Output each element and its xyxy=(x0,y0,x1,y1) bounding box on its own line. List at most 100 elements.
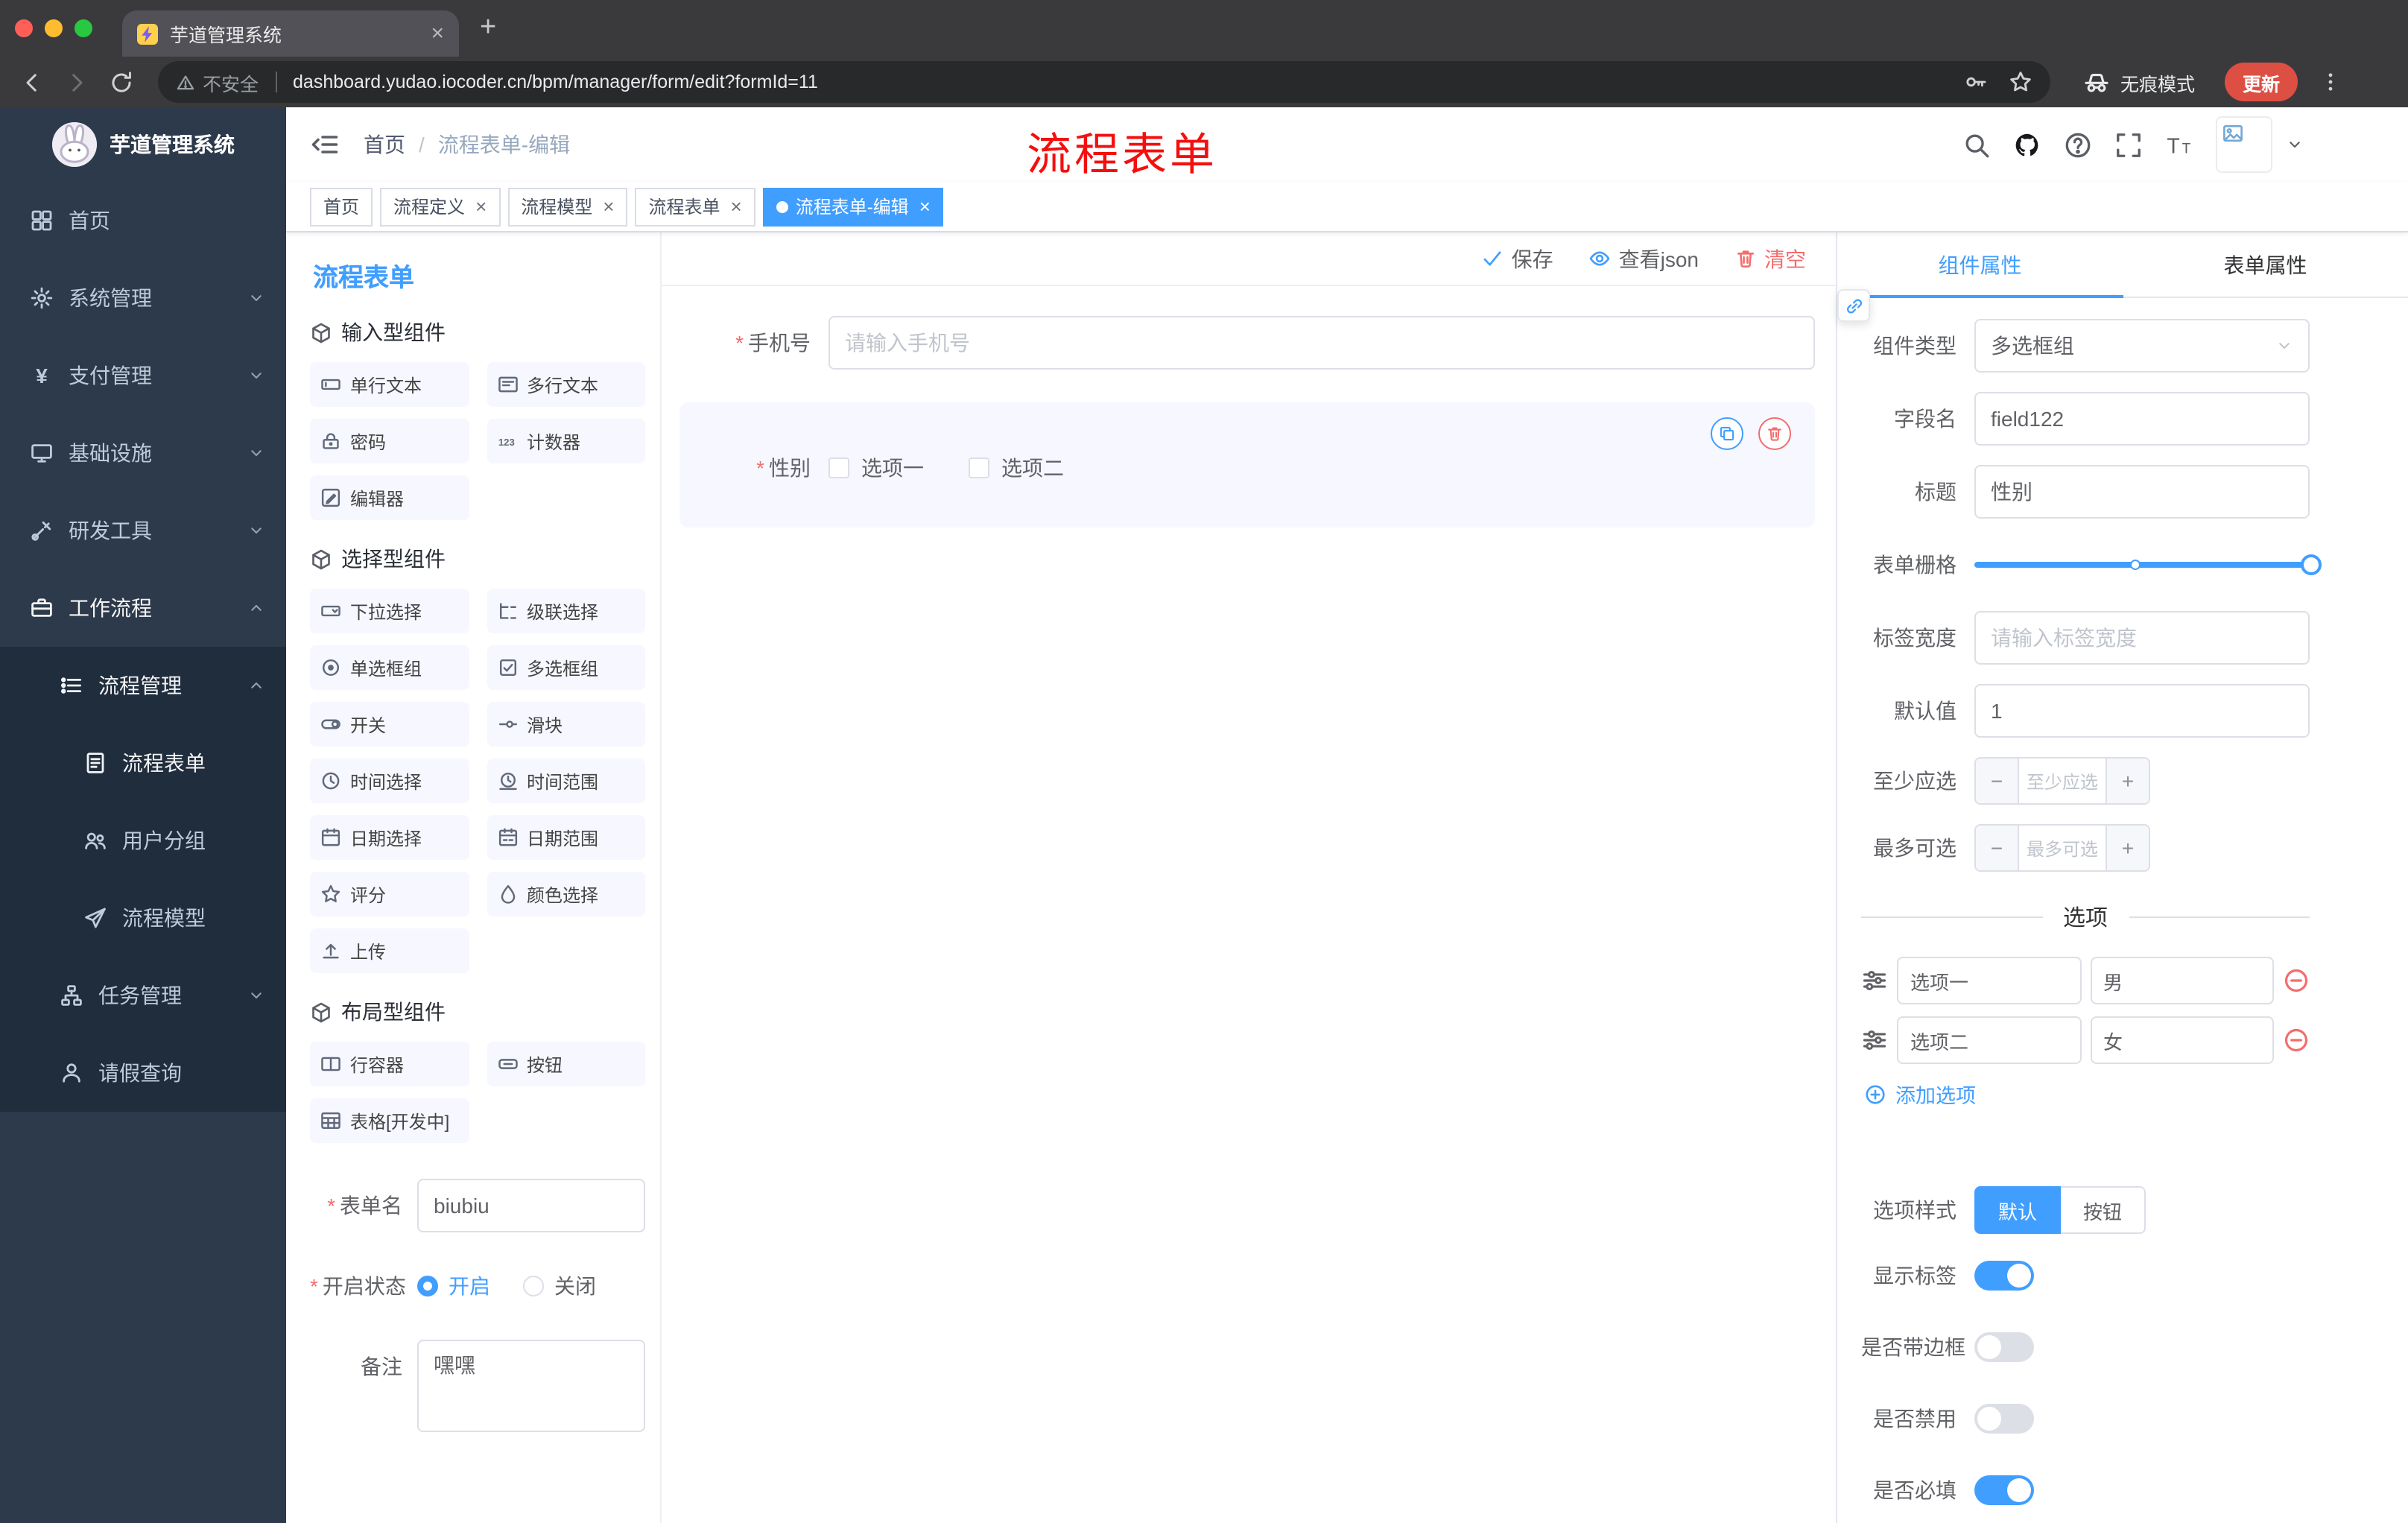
tab-component-props[interactable]: 组件属性 xyxy=(1837,232,2123,298)
sidebar-item-system[interactable]: 系统管理 xyxy=(0,259,286,337)
label-width-input[interactable] xyxy=(1974,611,2310,665)
component-chip-upload[interactable]: 上传 xyxy=(310,928,469,973)
close-icon[interactable]: × xyxy=(475,197,487,216)
component-chip-rate[interactable]: 评分 xyxy=(310,872,469,916)
sidebar-item-leave-query[interactable]: 请假查询 xyxy=(0,1034,286,1112)
component-chip-editor[interactable]: 编辑器 xyxy=(310,475,469,520)
option-label-input[interactable]: 选项一 xyxy=(1897,957,2081,1004)
component-chip-table[interactable]: 表格[开发中] xyxy=(310,1098,469,1143)
reload-button[interactable] xyxy=(101,63,140,101)
window-minimize-button[interactable] xyxy=(45,19,63,37)
tag-process-model[interactable]: 流程模型 × xyxy=(507,187,628,226)
chrome-update-button[interactable]: 更新 xyxy=(2224,63,2298,101)
component-chip-slider[interactable]: 滑块 xyxy=(487,702,645,747)
increase-button[interactable]: + xyxy=(2106,759,2149,803)
new-tab-button[interactable]: + xyxy=(459,0,517,57)
help-icon[interactable] xyxy=(2064,130,2092,159)
avatar-caret-icon[interactable] xyxy=(2286,136,2304,153)
increase-button[interactable]: + xyxy=(2106,826,2149,870)
default-value-input[interactable] xyxy=(1974,684,2310,738)
component-chip-select[interactable]: 下拉选择 xyxy=(310,589,469,633)
checkbox-option-1[interactable]: 选项一 xyxy=(828,453,924,483)
tab-form-props[interactable]: 表单属性 xyxy=(2123,232,2408,297)
remove-option-icon[interactable] xyxy=(2283,967,2310,994)
github-icon[interactable] xyxy=(2013,130,2041,159)
breadcrumb-home[interactable]: 首页 xyxy=(364,130,405,159)
sidebar-item-process-model[interactable]: 流程模型 xyxy=(0,879,286,957)
show-label-switch[interactable] xyxy=(1974,1261,2034,1291)
close-icon[interactable]: × xyxy=(919,197,931,216)
view-json-button[interactable]: 查看json xyxy=(1589,244,1699,273)
decrease-button[interactable]: − xyxy=(1976,759,2019,803)
address-bar[interactable]: 不安全 dashboard.yudao.iocoder.cn/bpm/manag… xyxy=(158,61,2050,103)
phone-input[interactable] xyxy=(828,316,1815,370)
status-on-radio[interactable]: 开启 xyxy=(417,1271,490,1301)
tag-process-form[interactable]: 流程表单 × xyxy=(635,187,755,226)
component-chip-color[interactable]: 颜色选择 xyxy=(487,872,645,916)
component-chip-cascader[interactable]: 级联选择 xyxy=(487,589,645,633)
security-indicator[interactable]: 不安全 xyxy=(176,68,259,96)
sidebar-item-infrastructure[interactable]: 基础设施 xyxy=(0,414,286,492)
sidebar-item-workflow[interactable]: 工作流程 xyxy=(0,569,286,647)
component-chip-single-text[interactable]: 单行文本 xyxy=(310,362,469,407)
password-manager-icon[interactable] xyxy=(1964,70,1988,94)
border-switch[interactable] xyxy=(1974,1332,2034,1362)
sidebar-item-task-management[interactable]: 任务管理 xyxy=(0,957,286,1034)
field-phone[interactable]: * 手机号 xyxy=(679,316,1815,370)
close-icon[interactable]: × xyxy=(731,197,742,216)
sidebar-item-home[interactable]: 首页 xyxy=(0,182,286,259)
option-style-default-button[interactable]: 默认 xyxy=(1974,1186,2062,1234)
status-off-radio[interactable]: 关闭 xyxy=(523,1271,596,1301)
sidebar-logo[interactable]: 芋道管理系统 xyxy=(0,107,286,182)
save-button[interactable]: 保存 xyxy=(1482,244,1553,273)
fullscreen-icon[interactable] xyxy=(2114,130,2143,159)
sidebar-item-devtools[interactable]: 研发工具 xyxy=(0,492,286,569)
drag-handle-icon[interactable] xyxy=(1861,1027,1888,1054)
delete-component-button[interactable] xyxy=(1758,417,1791,450)
remark-textarea[interactable]: 嘿嘿 xyxy=(417,1340,645,1432)
component-chip-date-range[interactable]: 日期范围 xyxy=(487,815,645,860)
add-option-button[interactable]: 添加选项 xyxy=(1864,1079,2310,1109)
back-button[interactable] xyxy=(12,63,51,101)
browser-menu-button[interactable] xyxy=(2313,64,2348,100)
remove-option-icon[interactable] xyxy=(2283,1027,2310,1054)
component-chip-counter[interactable]: 123 计数器 xyxy=(487,419,645,463)
forward-button[interactable] xyxy=(57,63,95,101)
font-size-icon[interactable]: TT xyxy=(2165,130,2193,159)
slider-handle[interactable] xyxy=(2301,554,2322,575)
component-chip-checkbox-group[interactable]: 多选框组 xyxy=(487,645,645,690)
component-chip-date[interactable]: 日期选择 xyxy=(310,815,469,860)
component-chip-time-range[interactable]: 时间范围 xyxy=(487,759,645,803)
option-value-input[interactable]: 女 xyxy=(2090,1016,2274,1064)
form-name-input[interactable] xyxy=(417,1179,645,1232)
user-avatar[interactable] xyxy=(2216,116,2272,173)
selected-component-gender[interactable]: * 性别 选项一 选项二 xyxy=(679,402,1815,528)
component-chip-row[interactable]: 行容器 xyxy=(310,1042,469,1086)
browser-tab[interactable]: 芋道管理系统 × xyxy=(122,10,459,57)
component-chip-time[interactable]: 时间选择 xyxy=(310,759,469,803)
decrease-button[interactable]: − xyxy=(1976,826,2019,870)
window-close-button[interactable] xyxy=(15,19,33,37)
sidebar-item-process-form[interactable]: 流程表单 xyxy=(0,724,286,802)
close-icon[interactable]: × xyxy=(603,197,614,216)
required-switch[interactable] xyxy=(1974,1475,2034,1505)
component-chip-password[interactable]: 密码 xyxy=(310,419,469,463)
component-type-select[interactable]: 多选框组 xyxy=(1974,319,2310,373)
drag-handle-icon[interactable] xyxy=(1861,967,1888,994)
tag-process-form-edit[interactable]: 流程表单-编辑 × xyxy=(762,187,944,226)
max-select-input[interactable]: 最多可选 xyxy=(2019,826,2106,870)
link-affix-button[interactable] xyxy=(1837,289,1870,322)
option-style-button-button[interactable]: 按钮 xyxy=(2061,1186,2146,1234)
option-label-input[interactable]: 选项二 xyxy=(1897,1016,2081,1064)
search-icon[interactable] xyxy=(1962,130,1991,159)
field-name-input[interactable] xyxy=(1974,392,2310,446)
clear-button[interactable]: 清空 xyxy=(1734,244,1806,273)
component-chip-switch[interactable]: 开关 xyxy=(310,702,469,747)
component-chip-button[interactable]: 按钮 xyxy=(487,1042,645,1086)
form-grid-slider[interactable] xyxy=(1974,538,2322,592)
slider-runway[interactable] xyxy=(1974,554,2322,575)
component-chip-radio-group[interactable]: 单选框组 xyxy=(310,645,469,690)
disabled-switch[interactable] xyxy=(1974,1404,2034,1434)
component-chip-multi-text[interactable]: 多行文本 xyxy=(487,362,645,407)
tab-close-icon[interactable]: × xyxy=(431,22,444,45)
